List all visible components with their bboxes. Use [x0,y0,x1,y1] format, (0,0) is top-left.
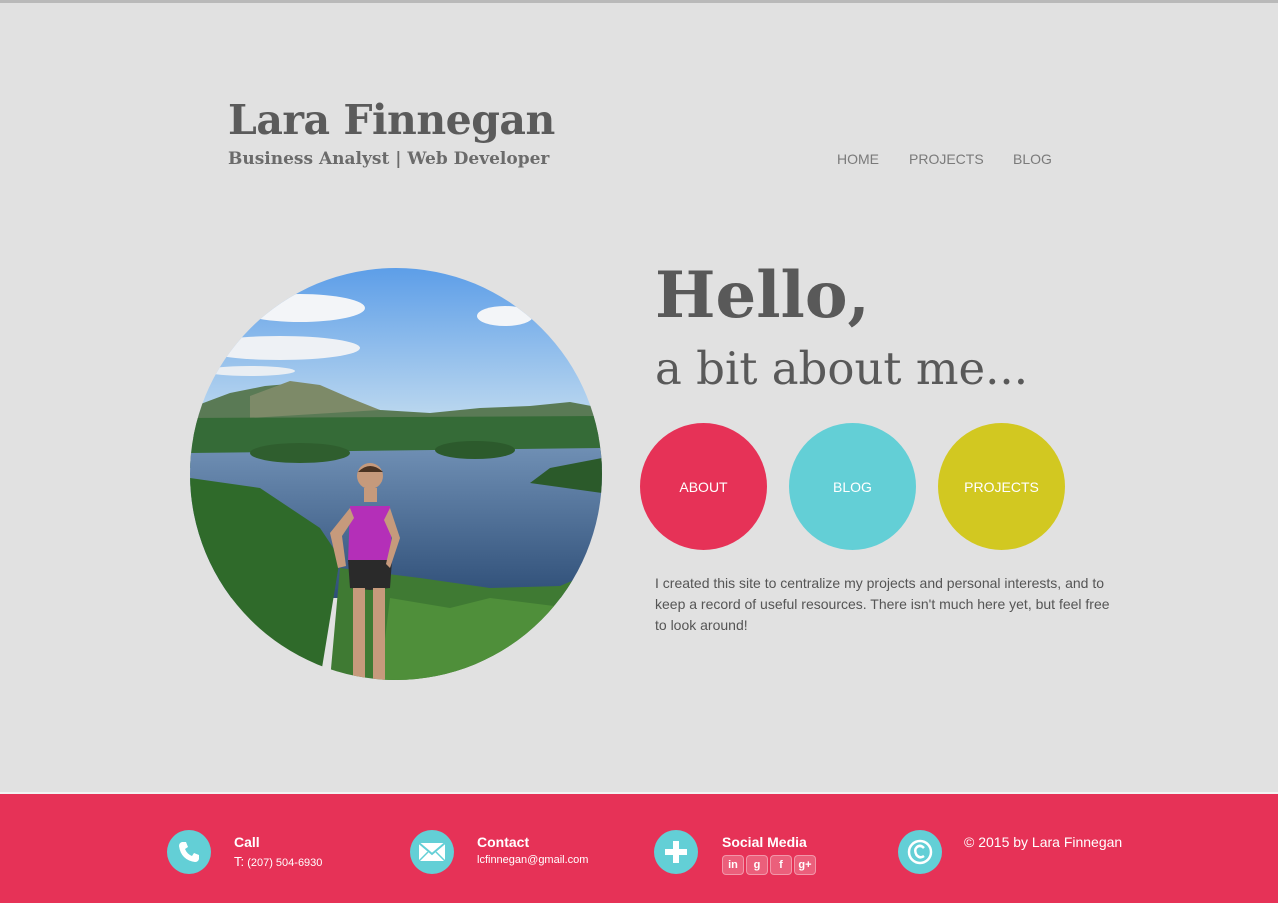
contact-email[interactable]: lcfinnegan@gmail.com [477,854,588,866]
footer: Call T: (207) 504-6930 Contact lcfinnega… [0,792,1278,903]
envelope-icon [410,830,454,874]
nav-home[interactable]: HOME [837,151,879,167]
hero-tagline: a bit about me... [655,342,1029,395]
hero-greeting: Hello, [655,258,870,333]
about-button[interactable]: ABOUT [640,423,767,550]
phone-icon [167,830,211,874]
projects-button[interactable]: PROJECTS [938,423,1065,550]
phone-number[interactable]: (207) 504-6930 [247,857,322,869]
copyright-text: © 2015 by Lara Finnegan [964,834,1123,850]
copyright-icon [898,830,942,874]
facebook-icon[interactable]: f [770,855,792,875]
linkedin-icon[interactable]: in [722,855,744,875]
intro-text: I created this site to centralize my pro… [655,575,1110,633]
goodreads-icon[interactable]: g [746,855,768,875]
blog-button[interactable]: BLOG [789,423,916,550]
social-title: Social Media [722,834,807,850]
site-title[interactable]: Lara Finnegan [228,96,555,144]
plus-icon [654,830,698,874]
google-plus-icon[interactable]: g+ [794,855,816,875]
contact-title: Contact [477,834,530,850]
site-subtitle: Business Analyst | Web Developer [228,149,550,169]
top-border [0,0,1278,3]
phone-prefix: T: [234,854,245,869]
profile-photo [190,268,602,680]
call-title: Call [234,834,260,850]
nav-projects[interactable]: PROJECTS [909,151,984,167]
call-phone[interactable]: T: (207) 504-6930 [234,854,322,869]
nav-blog[interactable]: BLOG [1013,151,1052,167]
